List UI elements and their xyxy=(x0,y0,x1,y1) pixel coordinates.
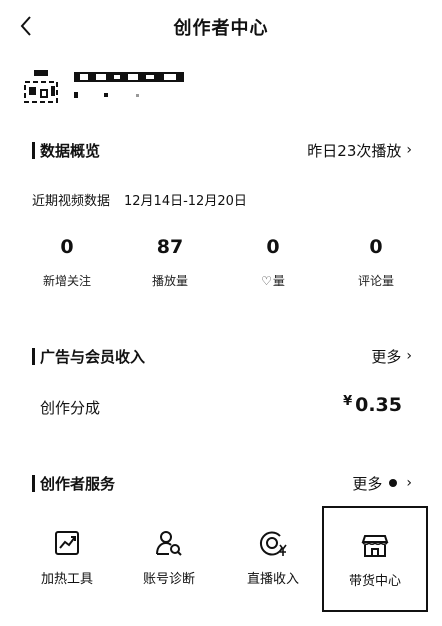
overview-header: 数据概览 xyxy=(32,139,100,161)
stat-value: 0 xyxy=(369,236,383,258)
services-title: 创作者服务 xyxy=(40,474,116,493)
user-profile[interactable] xyxy=(24,68,184,108)
service-label: 带货中心 xyxy=(348,574,401,589)
currency-symbol: ¥ xyxy=(343,394,353,409)
stat-plays[interactable]: 87 播放量 xyxy=(125,236,215,289)
more-text: 更多 xyxy=(352,474,383,493)
stat-label: 评论量 xyxy=(357,274,394,288)
stat-label-text: 量 xyxy=(272,274,285,288)
stat-value: 0 xyxy=(266,236,280,258)
stat-label: ♡量 xyxy=(228,272,318,289)
creator-share-row[interactable]: 创作分成 ¥0.35 xyxy=(40,394,402,420)
stat-label: 播放量 xyxy=(151,274,188,288)
section-bar xyxy=(32,474,35,492)
yesterday-plays-text: 昨日23次播放 xyxy=(307,141,402,160)
section-bar xyxy=(32,347,35,365)
live-income-icon xyxy=(259,531,287,556)
service-label: 直播收入 xyxy=(246,572,299,587)
chevron-right-icon: › xyxy=(406,348,412,364)
creator-share-amount: ¥0.35 xyxy=(343,394,402,416)
stat-label: 新增关注 xyxy=(42,274,91,288)
overview-title: 数据概览 xyxy=(40,141,101,160)
income-title: 广告与会员收入 xyxy=(40,347,146,366)
service-label: 账号诊断 xyxy=(142,572,195,587)
stat-likes[interactable]: 0 ♡量 xyxy=(228,236,318,289)
stat-new-follows[interactable]: 0 新增关注 xyxy=(22,236,112,289)
stat-comments[interactable]: 0 评论量 xyxy=(331,236,421,289)
top-bar: 创作者中心 xyxy=(0,0,442,52)
income-header: 广告与会员收入 xyxy=(32,345,145,367)
service-account-diagnosis[interactable]: 账号诊断 xyxy=(116,506,222,612)
yesterday-plays-link[interactable]: 昨日23次播放 › xyxy=(307,139,412,161)
services-grid: 加热工具 账号诊断 直播收入 带货中心 xyxy=(0,506,442,616)
income-more-link[interactable]: 更多 › xyxy=(371,345,412,367)
page-title: 创作者中心 xyxy=(173,18,269,39)
redacted-user-id xyxy=(74,92,139,98)
stat-value: 87 xyxy=(156,236,184,258)
trend-chart-icon xyxy=(55,531,79,555)
avatar xyxy=(24,70,58,103)
period-row: 近期视频数据 12月14日-12月20日 xyxy=(32,190,247,209)
amount-value: 0.35 xyxy=(355,394,402,416)
stat-value: 0 xyxy=(60,236,74,258)
creator-share-label: 创作分成 xyxy=(40,399,101,417)
user-search-icon xyxy=(156,531,182,556)
chevron-right-icon: › xyxy=(406,475,412,491)
period-label: 近期视频数据 xyxy=(32,194,111,209)
services-more-link[interactable]: 更多 › xyxy=(352,472,412,494)
service-commerce-center[interactable]: 带货中心 xyxy=(322,506,428,612)
redacted-username xyxy=(74,72,184,82)
heart-icon: ♡ xyxy=(261,274,272,288)
store-icon xyxy=(361,535,389,557)
more-text: 更多 xyxy=(371,347,402,366)
service-boost-tools[interactable]: 加热工具 xyxy=(14,506,120,612)
services-header: 创作者服务 xyxy=(32,472,115,494)
period-range: 12月14日-12月20日 xyxy=(124,194,247,209)
notification-dot xyxy=(389,479,398,487)
section-bar xyxy=(32,141,35,159)
stats-row: 0 新增关注 87 播放量 0 ♡量 0 评论量 xyxy=(0,236,442,296)
service-live-income[interactable]: 直播收入 xyxy=(220,506,326,612)
service-label: 加热工具 xyxy=(40,572,93,587)
chevron-right-icon: › xyxy=(406,142,412,158)
